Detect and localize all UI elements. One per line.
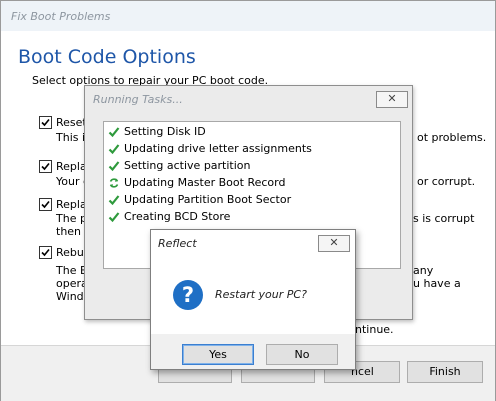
question-icon: ? (173, 280, 203, 310)
checkmark-icon (41, 118, 50, 127)
option-rebuild-bcd-desc: The B (56, 264, 88, 277)
checkmark-icon (108, 212, 120, 223)
option-replace-pbs-desc: The p (56, 212, 87, 225)
option-rebuild-bcd-desc-end-2: u have a (413, 277, 461, 290)
option-replace-pbs-checkbox[interactable] (39, 198, 52, 211)
page-title: Boot Code Options (18, 46, 196, 68)
task-label: Setting Disk ID (124, 125, 206, 138)
option-rebuild-bcd-desc-2: opera (56, 277, 88, 290)
checkmark-icon (108, 127, 120, 138)
option-rebuild-bcd-desc-end: any (413, 264, 434, 277)
close-icon[interactable]: ✕ (318, 235, 350, 252)
continue-text-fragment: ntinue. (355, 323, 394, 336)
checkmark-icon (108, 144, 120, 155)
checkmark-icon (41, 162, 50, 171)
task-label: Setting active partition (124, 159, 251, 172)
main-title-bar: Fix Boot Problems (1, 1, 495, 31)
running-tasks-title: Running Tasks... (93, 93, 183, 106)
reflect-title: Reflect (158, 237, 197, 250)
refresh-icon (109, 178, 119, 188)
task-label: Updating Master Boot Record (124, 176, 286, 189)
close-icon[interactable]: ✕ (376, 91, 408, 108)
option-replace-mbr-desc-end: or corrupt. (417, 175, 476, 188)
checkmark-icon (108, 195, 120, 206)
reflect-message: Restart your PC? (215, 288, 307, 301)
option-rebuild-bcd-checkbox[interactable] (39, 246, 52, 259)
task-label: Creating BCD Store (124, 210, 231, 223)
finish-button[interactable]: Finish (407, 361, 483, 383)
task-label: Updating Partition Boot Sector (124, 193, 292, 206)
reflect-restart-dialog: Reflect ✕ ? Restart your PC? Yes No (150, 229, 356, 370)
checkmark-icon (108, 161, 120, 172)
checkmark-icon (41, 200, 50, 209)
no-button[interactable]: No (266, 344, 338, 365)
option-replace-pbs-desc-end: s is corrupt (413, 212, 475, 225)
task-label: Updating drive letter assignments (124, 142, 312, 155)
checkmark-icon (41, 248, 50, 257)
main-window-title: Fix Boot Problems (11, 10, 111, 23)
option-reset-checkbox[interactable] (39, 116, 52, 129)
option-reset-label: Reset (56, 116, 87, 129)
option-reset-desc-end: ot problems. (417, 131, 487, 144)
yes-button[interactable]: Yes (182, 344, 254, 365)
option-replace-mbr-checkbox[interactable] (39, 160, 52, 173)
